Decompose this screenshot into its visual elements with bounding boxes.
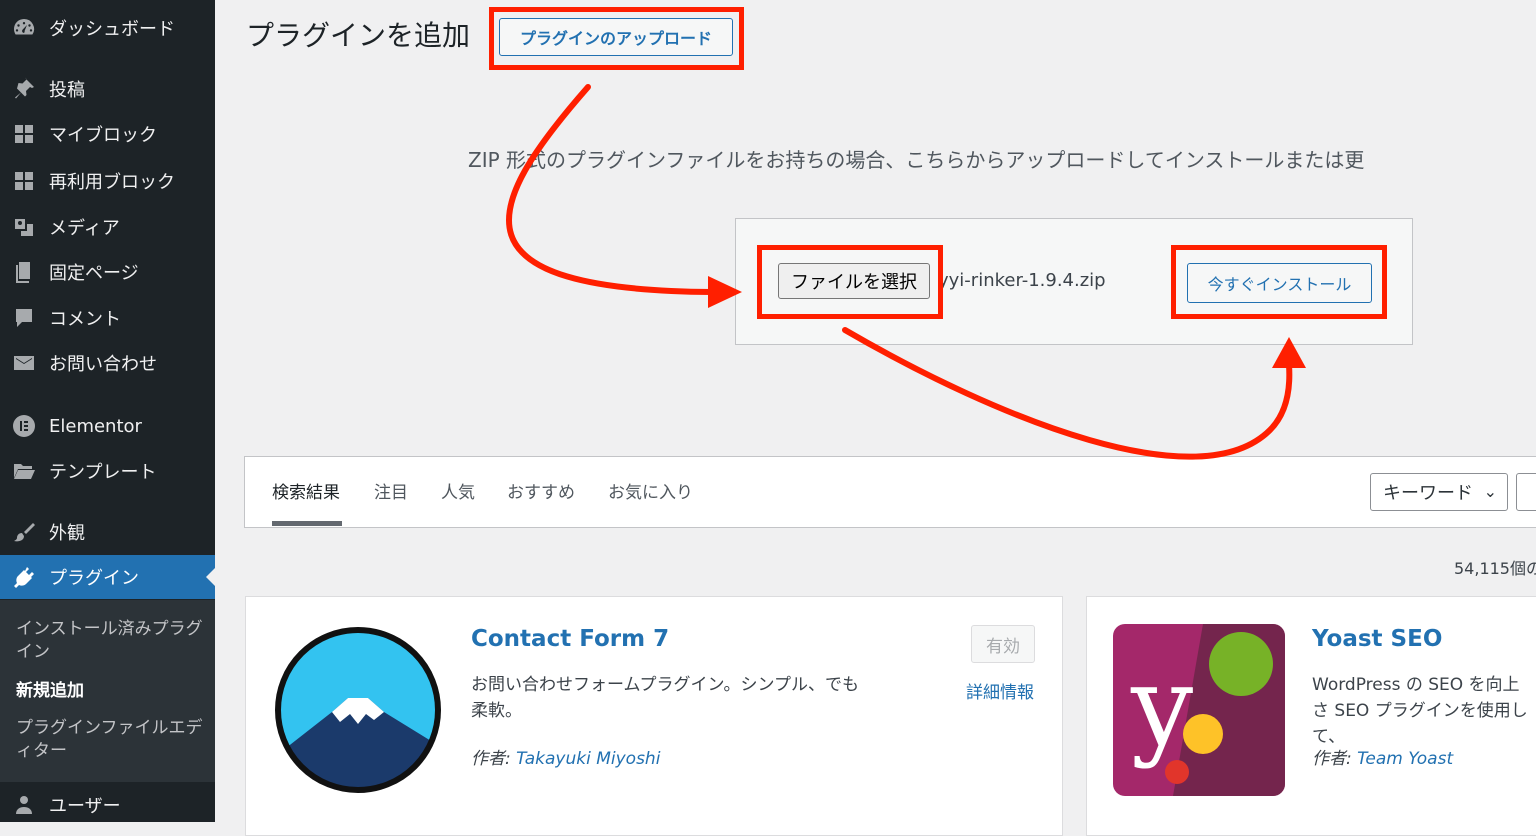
active-indicator: [206, 568, 215, 586]
sidebar-item-label: メディア: [49, 218, 120, 239]
sidebar-item-label: ダッシュボード: [49, 19, 175, 40]
upload-description: ZIP 形式のプラグインファイルをお持ちの場合、こちらからアップロードしてインス…: [468, 148, 1365, 172]
result-count: 54,115個の: [1454, 559, 1536, 578]
svg-text:y: y: [1130, 642, 1193, 770]
sidebar-item-label: ユーザー: [49, 796, 121, 817]
tab-recommended[interactable]: おすすめ: [507, 478, 575, 503]
comment-icon: [11, 305, 37, 331]
sidebar-item-dashboard[interactable]: ダッシュボード: [0, 6, 215, 50]
submenu-plugin-file-editor[interactable]: プラグインファイルエディター: [16, 717, 206, 763]
chevron-down-icon: ⌄: [1483, 482, 1497, 501]
sidebar-item-label: コメント: [49, 309, 121, 330]
author-prefix: 作者:: [1312, 749, 1358, 769]
user-icon: [11, 792, 37, 818]
admin-sidebar: ダッシュボード 投稿 マイブロック 再利用ブロック メディア 固定ページ コメン…: [0, 0, 215, 822]
plugins-submenu: インストール済みプラグイン 新規追加 プラグインファイルエディター: [0, 600, 215, 782]
media-icon: [11, 214, 37, 240]
plugin-description: お問い合わせフォームプラグイン。シンプル、でも柔軟。: [471, 675, 859, 721]
search-type-select[interactable]: キーワード ⌄: [1370, 473, 1508, 511]
plugin-name[interactable]: Contact Form 7: [471, 626, 669, 652]
sidebar-item-my-blocks[interactable]: マイブロック: [0, 112, 215, 156]
tab-featured[interactable]: 注目: [374, 478, 408, 503]
tab-popular[interactable]: 人気: [441, 478, 475, 503]
page-title: プラグインを追加: [246, 19, 471, 52]
sidebar-item-users[interactable]: ユーザー: [0, 783, 215, 827]
plugin-description: WordPress の SEO を向上さ SEO プラグインを使用して、: [1312, 675, 1528, 747]
sidebar-item-label: 再利用ブロック: [49, 172, 175, 193]
active-tab-indicator: [272, 521, 342, 526]
active-status-button: 有効: [971, 625, 1035, 663]
pin-icon: [11, 76, 37, 102]
plugin-filter-bar: [244, 456, 1536, 528]
plugin-name[interactable]: Yoast SEO: [1312, 626, 1442, 652]
sidebar-item-label: お問い合わせ: [49, 354, 157, 375]
sidebar-item-plugins[interactable]: プラグイン: [0, 555, 215, 599]
author-link[interactable]: Team Yoast: [1357, 749, 1453, 769]
sidebar-item-templates[interactable]: テンプレート: [0, 449, 215, 493]
sidebar-item-label: 外観: [49, 523, 85, 544]
submenu-add-new[interactable]: 新規追加: [16, 680, 206, 703]
tab-favorites[interactable]: お気に入り: [608, 478, 693, 503]
sidebar-item-comments[interactable]: コメント: [0, 296, 215, 340]
sidebar-item-label: プラグイン: [49, 568, 139, 589]
install-now-button[interactable]: 今すぐインストール: [1187, 263, 1372, 303]
search-type-value: キーワード: [1383, 483, 1473, 504]
sidebar-item-label: Elementor: [49, 415, 142, 437]
submenu-installed-plugins[interactable]: インストール済みプラグイン: [16, 618, 206, 664]
plugin-author: 作者: Team Yoast: [1312, 744, 1453, 769]
folder-icon: [11, 458, 37, 484]
sidebar-item-pages[interactable]: 固定ページ: [0, 250, 215, 294]
sidebar-item-media[interactable]: メディア: [0, 205, 215, 249]
mail-icon: [11, 350, 37, 376]
plugin-icon: [11, 564, 37, 590]
annotation-arrow-upload-to-file: [505, 84, 715, 295]
dashboard-icon: [11, 15, 37, 41]
annotation-arrow-file-to-install: [842, 327, 1293, 460]
grid-icon: [11, 168, 37, 194]
sidebar-item-contact[interactable]: お問い合わせ: [0, 341, 215, 385]
sidebar-item-label: 投稿: [49, 80, 85, 101]
author-prefix: 作者:: [471, 749, 517, 769]
page-icon: [11, 259, 37, 285]
sidebar-item-posts[interactable]: 投稿: [0, 67, 215, 111]
yoast-logo-icon: y: [1113, 624, 1285, 796]
grid-icon: [11, 121, 37, 147]
sidebar-item-label: 固定ページ: [49, 263, 139, 284]
selected-file-name: yyi-rinker-1.9.4.zip: [938, 270, 1106, 291]
search-input[interactable]: [1516, 473, 1536, 511]
sidebar-item-label: マイブロック: [49, 125, 157, 146]
author-link[interactable]: Takayuki Miyoshi: [516, 749, 660, 769]
brush-icon: [11, 519, 37, 545]
sidebar-item-reusable-blocks[interactable]: 再利用ブロック: [0, 159, 215, 203]
contact-form-7-logo-icon: [275, 627, 441, 793]
upload-plugin-button[interactable]: プラグインのアップロード: [499, 18, 733, 56]
elementor-icon: [11, 413, 37, 439]
tab-search-results[interactable]: 検索結果: [272, 478, 340, 503]
choose-file-button[interactable]: ファイルを選択: [778, 263, 930, 299]
plugin-author: 作者: Takayuki Miyoshi: [471, 744, 660, 769]
sidebar-item-elementor[interactable]: Elementor: [0, 404, 215, 448]
more-details-link[interactable]: 詳細情報: [966, 678, 1034, 703]
sidebar-item-appearance[interactable]: 外観: [0, 510, 215, 554]
sidebar-item-label: テンプレート: [49, 462, 157, 483]
